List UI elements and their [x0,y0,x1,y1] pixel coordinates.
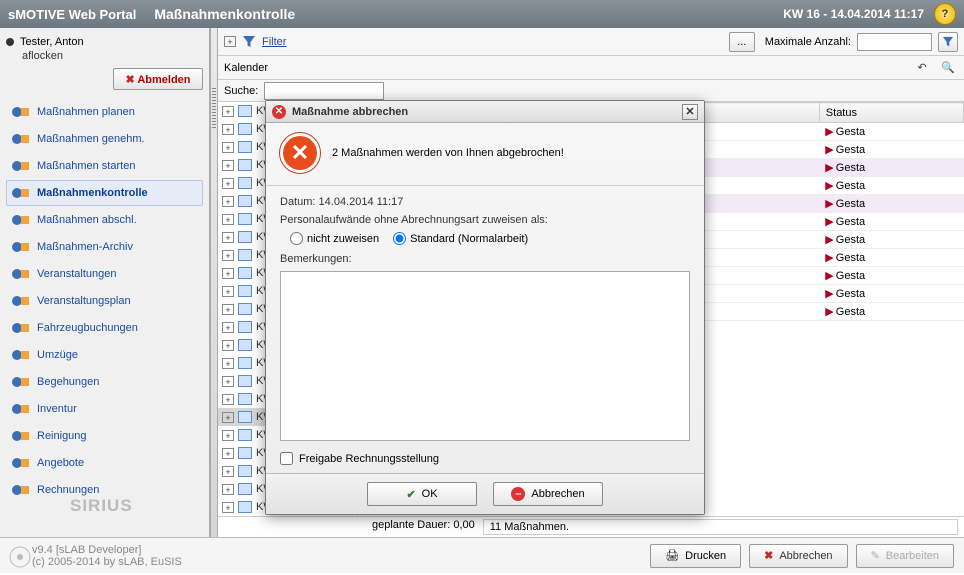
radio-none-label: nicht zuweisen [307,233,379,245]
freigabe-label: Freigabe Rechnungsstellung [299,453,439,465]
freigabe-checkbox[interactable] [280,452,293,465]
datum-value: 14.04.2014 11:17 [319,196,404,208]
dialog-title: Maßnahme abbrechen [292,106,408,118]
radio-std-input[interactable] [393,232,406,245]
datum-label: Datum: [280,196,315,208]
dialog-cancel-label: Abbrechen [531,488,584,500]
modal-layer: ✕ Maßnahme abbrechen ✕ ✕ 2 Maßnahmen wer… [0,28,964,575]
bemerkungen-label: Bemerkungen: [280,253,690,265]
radio-none-input[interactable] [290,232,303,245]
header-datetime: KW 16 - 14.04.2014 11:17 [783,7,924,21]
warning-icon: ✕ [280,133,320,173]
bemerkungen-input[interactable] [280,271,690,441]
dialog-titlebar[interactable]: ✕ Maßnahme abbrechen ✕ [266,101,704,123]
radio-nicht-zuweisen[interactable]: nicht zuweisen [290,232,379,245]
app-header: sMOTIVE Web Portal Maßnahmenkontrolle KW… [0,0,964,28]
check-icon: ✔ [406,488,415,501]
brand-title: sMOTIVE Web Portal [8,7,136,22]
error-icon: ✕ [272,105,286,119]
dialog-ok-button[interactable]: ✔ OK [367,482,477,506]
dialog-close-button[interactable]: ✕ [682,104,698,120]
dialog-warning-text: 2 Maßnahmen werden von Ihnen abgebrochen… [332,147,564,159]
radio-std-label: Standard (Normalarbeit) [410,233,528,245]
help-icon[interactable]: ? [934,3,956,25]
radio-standard[interactable]: Standard (Normalarbeit) [393,232,528,245]
dialog-cancel-button[interactable]: – Abbrechen [493,482,603,506]
page-title: Maßnahmenkontrolle [154,6,295,22]
cancel-measure-dialog: ✕ Maßnahme abbrechen ✕ ✕ 2 Maßnahmen wer… [265,100,705,515]
ok-label: OK [422,488,438,500]
aufwand-label: Personalaufwände ohne Abrechnungsart zuw… [280,214,690,226]
minus-icon: – [511,487,525,501]
